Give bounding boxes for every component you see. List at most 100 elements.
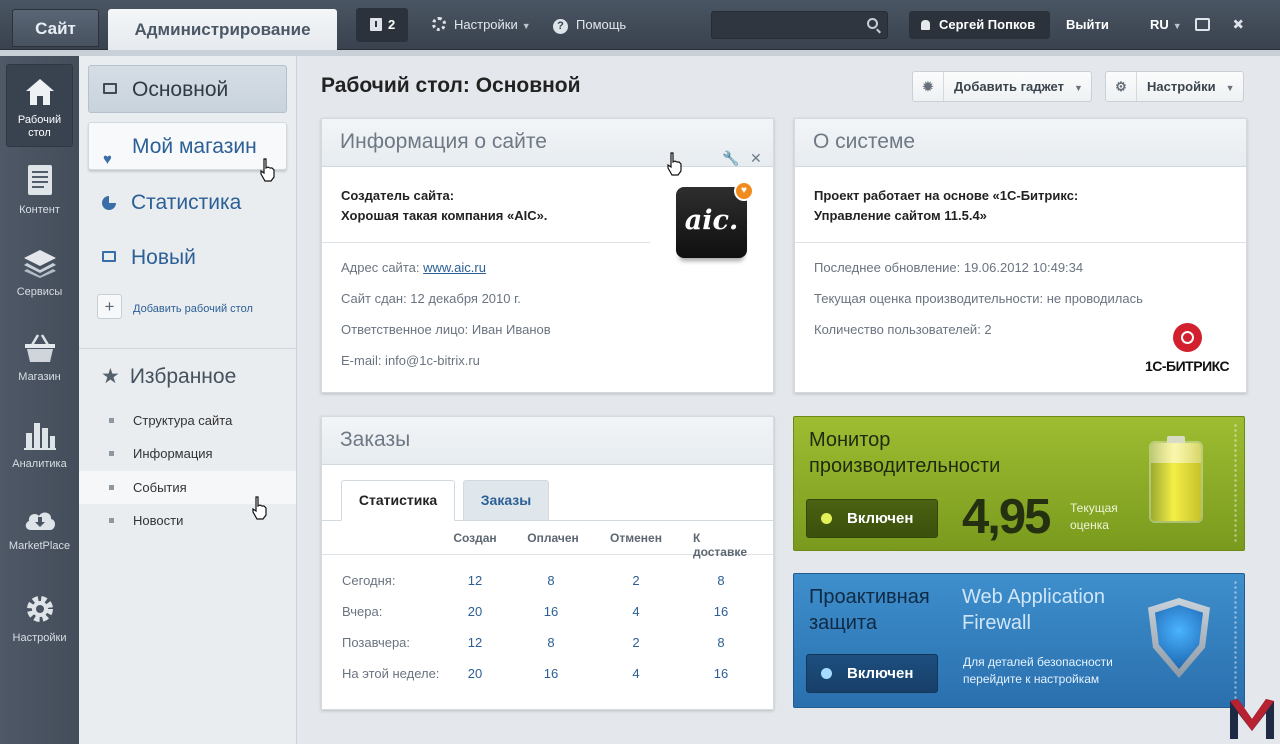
admin-tab[interactable]: Администрирование — [108, 9, 337, 50]
rail-item-analytics[interactable]: Аналитика — [6, 418, 73, 478]
divider — [79, 348, 296, 349]
waf-title: Web Application Firewall — [962, 586, 1106, 634]
desktop-item-my-shop[interactable]: ♥ Мой магазин — [88, 122, 287, 170]
widget-header[interactable]: Информация о сайте 🔧 ✕ — [322, 119, 773, 167]
order-value[interactable]: 20 — [468, 604, 482, 619]
order-value[interactable]: 16 — [544, 604, 558, 619]
user-name: Сергей Попков — [939, 17, 1036, 32]
tab-orders[interactable]: Заказы — [463, 480, 549, 521]
rail-label: Магазин — [18, 371, 61, 383]
layers-icon — [23, 250, 56, 278]
order-value[interactable]: 16 — [714, 666, 728, 681]
order-value[interactable]: 8 — [717, 573, 724, 588]
order-value[interactable]: 16 — [714, 604, 728, 619]
rail-item-shop[interactable]: Магазин — [6, 333, 73, 393]
tab-statistics[interactable]: Статистика — [341, 480, 455, 521]
rail-item-services[interactable]: Сервисы — [6, 248, 73, 308]
add-desktop-button[interactable]: + Добавить рабочий стол — [97, 294, 253, 319]
row-label: Позавчера: — [342, 635, 411, 650]
monitor-icon — [102, 251, 116, 262]
favorite-item[interactable]: Структура сайта — [79, 404, 296, 437]
user-button[interactable]: Сергей Попков — [909, 11, 1050, 39]
table-row: Сегодня: 12 8 2 8 — [322, 565, 774, 596]
chevron-down-icon: ▼ — [1073, 83, 1083, 93]
order-value[interactable]: 12 — [468, 635, 482, 650]
toggle-label: Включен — [847, 510, 914, 527]
performance-toggle-button[interactable]: Включен — [806, 499, 938, 538]
drag-handle[interactable] — [1233, 580, 1238, 701]
rail-item-content[interactable]: Контент — [6, 164, 73, 224]
rail-item-marketplace[interactable]: MarketPlace — [6, 508, 73, 568]
bitrix-circle-icon — [1172, 323, 1202, 352]
desktop-item-new[interactable]: Новый — [88, 234, 287, 282]
column-header: Отменен — [610, 531, 662, 545]
desktop-label: Основной — [132, 78, 229, 101]
site-tab[interactable]: Сайт — [12, 9, 99, 47]
last-update: Последнее обновление: 19.06.2012 10:49:3… — [814, 260, 1084, 275]
order-value[interactable]: 12 — [468, 573, 482, 588]
notification-icon — [370, 18, 382, 31]
language-select[interactable]: RU ▼ — [1150, 0, 1182, 50]
pin-icon[interactable]: ✚ — [1228, 14, 1248, 34]
page-title: Рабочий стол: Основной — [321, 74, 581, 97]
order-value[interactable]: 2 — [632, 573, 639, 588]
gear-icon — [26, 596, 53, 622]
widget-title: Монитор производительности — [809, 429, 1001, 477]
system-product: Проект работает на основе «1С-Битрикс: — [814, 188, 1079, 203]
widget-header[interactable]: О системе — [795, 119, 1246, 167]
rail-label: Сервисы — [16, 286, 63, 298]
order-value[interactable]: 2 — [632, 635, 639, 650]
hand-cursor-icon — [667, 152, 682, 176]
search-input[interactable] — [711, 11, 888, 39]
main-rail: Рабочий стол Контент Сервисы Магазин Ана… — [0, 56, 79, 744]
notifications-count: 2 — [388, 17, 396, 32]
add-gadget-label: Добавить гаджет — [954, 79, 1064, 94]
rail-item-settings[interactable]: Настройки — [6, 594, 73, 654]
add-gadget-button[interactable]: ✹ Добавить гаджет ▼ — [912, 71, 1092, 102]
widget-header[interactable]: Заказы — [322, 417, 773, 465]
rail-item-desktop[interactable]: Рабочий стол — [6, 64, 73, 147]
order-value[interactable]: 4 — [632, 604, 639, 619]
table-row: Вчера: 20 16 4 16 — [322, 596, 774, 627]
desktop-settings-button[interactable]: ⚙ Настройки ▼ — [1105, 71, 1244, 102]
rail-label: MarketPlace — [8, 540, 71, 552]
performance-score: Текущая оценка производительности: не пр… — [814, 291, 1143, 306]
keyboard-icon[interactable] — [1195, 18, 1210, 31]
desktop-label: Мой магазин — [132, 135, 257, 158]
notifications-button[interactable]: 2 — [356, 8, 408, 42]
help-label: Помощь — [576, 17, 627, 32]
score-caption: Текущая оценка — [1070, 501, 1118, 532]
favorites-label: Избранное — [129, 365, 237, 388]
wrench-icon[interactable]: 🔧 — [722, 135, 739, 181]
order-value[interactable]: 20 — [468, 666, 482, 681]
site-address-link[interactable]: www.aic.ru — [423, 260, 486, 275]
settings-menu[interactable]: Настройки ▼ — [432, 0, 531, 50]
hand-cursor-icon — [260, 158, 275, 182]
waf-caption: Для деталей безопасности перейдите к наст… — [963, 655, 1113, 686]
logout-link[interactable]: Выйти — [1066, 0, 1109, 50]
order-value[interactable]: 4 — [632, 666, 639, 681]
cloud-download-icon — [25, 512, 55, 530]
help-link[interactable]: ? Помощь — [553, 0, 626, 50]
order-value[interactable]: 8 — [547, 635, 554, 650]
drag-handle[interactable] — [1233, 423, 1238, 544]
chevron-down-icon: ▼ — [1172, 21, 1182, 31]
column-header: Оплачен — [527, 531, 579, 545]
proactive-protection-widget: Проактивная защита Включен Web Applicatio… — [793, 573, 1245, 708]
lightbulb-icon: ✹ — [913, 72, 944, 101]
search-icon[interactable] — [867, 18, 878, 29]
desktop-item-main[interactable]: Основной — [88, 65, 287, 113]
close-icon[interactable]: ✕ — [750, 135, 762, 181]
watermark-logo-icon — [1230, 699, 1274, 739]
order-value[interactable]: 8 — [717, 635, 724, 650]
protection-toggle-button[interactable]: Включен — [806, 654, 938, 693]
heart-icon: ♥ — [103, 151, 112, 168]
desktop-label: Новый — [131, 246, 196, 269]
order-value[interactable]: 16 — [544, 666, 558, 681]
widget-title: Заказы — [340, 428, 411, 451]
favorite-item[interactable]: Информация — [79, 437, 296, 470]
shield-icon — [1148, 598, 1210, 678]
main-area: Рабочий стол: Основной ✹ Добавить гаджет ▼… — [297, 56, 1280, 744]
order-value[interactable]: 8 — [547, 573, 554, 588]
desktop-item-statistics[interactable]: Статистика — [88, 179, 287, 227]
